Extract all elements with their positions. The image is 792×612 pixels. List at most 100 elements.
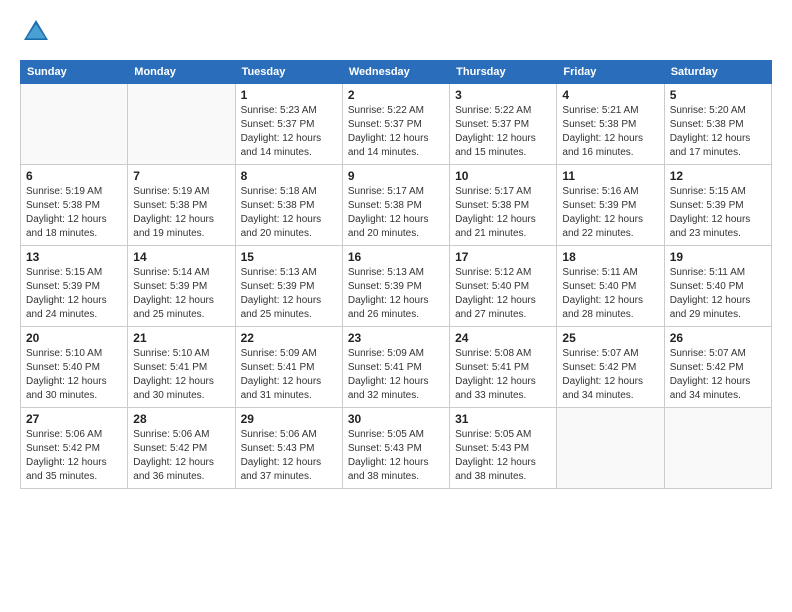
day-number: 14: [133, 250, 229, 264]
day-number: 3: [455, 88, 551, 102]
weekday-header: Friday: [557, 61, 664, 84]
day-number: 2: [348, 88, 444, 102]
day-number: 28: [133, 412, 229, 426]
weekday-header: Monday: [128, 61, 235, 84]
day-number: 8: [241, 169, 337, 183]
calendar-cell: 25Sunrise: 5:07 AMSunset: 5:42 PMDayligh…: [557, 327, 664, 408]
calendar-cell: 4 Sunrise: 5:21 AMSunset: 5:38 PMDaylight…: [557, 84, 664, 165]
calendar-week-row: 13 Sunrise: 5:15 AMSunset: 5:39 PMDayligh…: [21, 246, 772, 327]
day-number: 29: [241, 412, 337, 426]
day-number: 31: [455, 412, 551, 426]
day-info: Sunrise: 5:13 AMSunset: 5:39 PMDaylight:…: [348, 266, 444, 322]
calendar-week-row: 20 Sunrise: 5:10 AMSunset: 5:40 PMDayligh…: [21, 327, 772, 408]
day-info: Sunrise: 5:06 AMSunset: 5:42 PMDaylight:…: [133, 428, 229, 484]
calendar-cell: 26 Sunrise: 5:07 AMSunset: 5:42 PMDayligh…: [664, 327, 771, 408]
day-number: 4: [562, 88, 658, 102]
weekday-header: Thursday: [450, 61, 557, 84]
calendar-cell: 27Sunrise: 5:06 AMSunset: 5:42 PMDayligh…: [21, 408, 128, 489]
calendar-cell: 23 Sunrise: 5:09 AMSunset: 5:41 PMDayligh…: [342, 327, 449, 408]
calendar-cell: [128, 84, 235, 165]
calendar-cell: 5Sunrise: 5:20 AMSunset: 5:38 PMDaylight…: [664, 84, 771, 165]
day-info: Sunrise: 5:08 AMSunset: 5:41 PMDaylight:…: [455, 347, 551, 403]
day-info: Sunrise: 5:18 AMSunset: 5:38 PMDaylight:…: [241, 185, 337, 241]
day-info: Sunrise: 5:07 AMSunset: 5:42 PMDaylight:…: [562, 347, 658, 403]
calendar-cell: 15Sunrise: 5:13 AMSunset: 5:39 PMDayligh…: [235, 246, 342, 327]
weekday-header: Tuesday: [235, 61, 342, 84]
day-number: 20: [26, 331, 122, 345]
day-info: Sunrise: 5:06 AMSunset: 5:42 PMDaylight:…: [26, 428, 122, 484]
day-info: Sunrise: 5:05 AMSunset: 5:43 PMDaylight:…: [455, 428, 551, 484]
day-number: 23: [348, 331, 444, 345]
day-info: Sunrise: 5:12 AMSunset: 5:40 PMDaylight:…: [455, 266, 551, 322]
day-number: 15: [241, 250, 337, 264]
logo-icon: [20, 16, 52, 48]
calendar-cell: [664, 408, 771, 489]
day-info: Sunrise: 5:19 AMSunset: 5:38 PMDaylight:…: [26, 185, 122, 241]
day-number: 1: [241, 88, 337, 102]
day-info: Sunrise: 5:09 AMSunset: 5:41 PMDaylight:…: [241, 347, 337, 403]
calendar-cell: 1 Sunrise: 5:23 AMSunset: 5:37 PMDaylight…: [235, 84, 342, 165]
day-info: Sunrise: 5:20 AMSunset: 5:38 PMDaylight:…: [670, 104, 766, 160]
calendar-cell: 8 Sunrise: 5:18 AMSunset: 5:38 PMDaylight…: [235, 165, 342, 246]
calendar-cell: 12 Sunrise: 5:15 AMSunset: 5:39 PMDayligh…: [664, 165, 771, 246]
calendar-cell: 30Sunrise: 5:05 AMSunset: 5:43 PMDayligh…: [342, 408, 449, 489]
calendar-cell: 17 Sunrise: 5:12 AMSunset: 5:40 PMDayligh…: [450, 246, 557, 327]
day-info: Sunrise: 5:21 AMSunset: 5:38 PMDaylight:…: [562, 104, 658, 160]
calendar-cell: 22 Sunrise: 5:09 AMSunset: 5:41 PMDayligh…: [235, 327, 342, 408]
page: SundayMondayTuesdayWednesdayThursdayFrid…: [0, 0, 792, 612]
day-info: Sunrise: 5:19 AMSunset: 5:38 PMDaylight:…: [133, 185, 229, 241]
calendar-cell: 19 Sunrise: 5:11 AMSunset: 5:40 PMDayligh…: [664, 246, 771, 327]
calendar-week-row: 6Sunrise: 5:19 AMSunset: 5:38 PMDaylight…: [21, 165, 772, 246]
day-info: Sunrise: 5:09 AMSunset: 5:41 PMDaylight:…: [348, 347, 444, 403]
day-info: Sunrise: 5:23 AMSunset: 5:37 PMDaylight:…: [241, 104, 337, 160]
calendar-cell: 10 Sunrise: 5:17 AMSunset: 5:38 PMDayligh…: [450, 165, 557, 246]
day-number: 22: [241, 331, 337, 345]
day-info: Sunrise: 5:17 AMSunset: 5:38 PMDaylight:…: [348, 185, 444, 241]
day-info: Sunrise: 5:15 AMSunset: 5:39 PMDaylight:…: [26, 266, 122, 322]
day-info: Sunrise: 5:16 AMSunset: 5:39 PMDaylight:…: [562, 185, 658, 241]
weekday-header: Wednesday: [342, 61, 449, 84]
calendar-cell: 16Sunrise: 5:13 AMSunset: 5:39 PMDayligh…: [342, 246, 449, 327]
day-info: Sunrise: 5:14 AMSunset: 5:39 PMDaylight:…: [133, 266, 229, 322]
day-number: 26: [670, 331, 766, 345]
day-number: 19: [670, 250, 766, 264]
day-number: 30: [348, 412, 444, 426]
calendar-cell: 31 Sunrise: 5:05 AMSunset: 5:43 PMDayligh…: [450, 408, 557, 489]
day-info: Sunrise: 5:15 AMSunset: 5:39 PMDaylight:…: [670, 185, 766, 241]
calendar-cell: 3 Sunrise: 5:22 AMSunset: 5:37 PMDaylight…: [450, 84, 557, 165]
day-info: Sunrise: 5:10 AMSunset: 5:41 PMDaylight:…: [133, 347, 229, 403]
calendar-cell: 7Sunrise: 5:19 AMSunset: 5:38 PMDaylight…: [128, 165, 235, 246]
weekday-header: Saturday: [664, 61, 771, 84]
day-info: Sunrise: 5:06 AMSunset: 5:43 PMDaylight:…: [241, 428, 337, 484]
calendar-cell: 9 Sunrise: 5:17 AMSunset: 5:38 PMDaylight…: [342, 165, 449, 246]
weekday-header-row: SundayMondayTuesdayWednesdayThursdayFrid…: [21, 61, 772, 84]
calendar-cell: [557, 408, 664, 489]
calendar-cell: [21, 84, 128, 165]
day-info: Sunrise: 5:11 AMSunset: 5:40 PMDaylight:…: [670, 266, 766, 322]
day-number: 11: [562, 169, 658, 183]
calendar-cell: 13 Sunrise: 5:15 AMSunset: 5:39 PMDayligh…: [21, 246, 128, 327]
calendar-cell: 11 Sunrise: 5:16 AMSunset: 5:39 PMDayligh…: [557, 165, 664, 246]
day-info: Sunrise: 5:10 AMSunset: 5:40 PMDaylight:…: [26, 347, 122, 403]
calendar-cell: 20 Sunrise: 5:10 AMSunset: 5:40 PMDayligh…: [21, 327, 128, 408]
day-number: 21: [133, 331, 229, 345]
calendar-cell: 21 Sunrise: 5:10 AMSunset: 5:41 PMDayligh…: [128, 327, 235, 408]
calendar-cell: 14 Sunrise: 5:14 AMSunset: 5:39 PMDayligh…: [128, 246, 235, 327]
day-info: Sunrise: 5:22 AMSunset: 5:37 PMDaylight:…: [348, 104, 444, 160]
day-info: Sunrise: 5:07 AMSunset: 5:42 PMDaylight:…: [670, 347, 766, 403]
logo: [20, 16, 56, 48]
calendar: SundayMondayTuesdayWednesdayThursdayFrid…: [20, 60, 772, 489]
day-number: 9: [348, 169, 444, 183]
day-number: 12: [670, 169, 766, 183]
day-number: 13: [26, 250, 122, 264]
calendar-cell: 29 Sunrise: 5:06 AMSunset: 5:43 PMDayligh…: [235, 408, 342, 489]
day-info: Sunrise: 5:22 AMSunset: 5:37 PMDaylight:…: [455, 104, 551, 160]
calendar-week-row: 27Sunrise: 5:06 AMSunset: 5:42 PMDayligh…: [21, 408, 772, 489]
weekday-header: Sunday: [21, 61, 128, 84]
day-number: 17: [455, 250, 551, 264]
header: [20, 16, 772, 48]
day-info: Sunrise: 5:17 AMSunset: 5:38 PMDaylight:…: [455, 185, 551, 241]
calendar-cell: 28 Sunrise: 5:06 AMSunset: 5:42 PMDayligh…: [128, 408, 235, 489]
day-number: 10: [455, 169, 551, 183]
day-info: Sunrise: 5:11 AMSunset: 5:40 PMDaylight:…: [562, 266, 658, 322]
